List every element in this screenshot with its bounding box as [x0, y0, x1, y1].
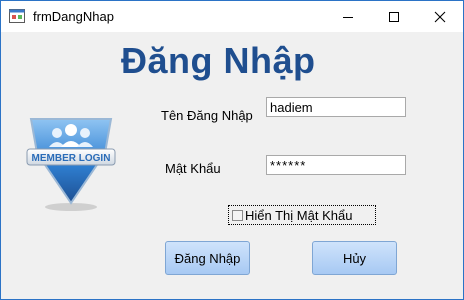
window-title: frmDangNhap [33, 9, 114, 24]
maximize-button[interactable] [371, 1, 417, 32]
maximize-icon [389, 11, 399, 22]
close-button[interactable] [417, 1, 463, 32]
password-label: Mật Khẩu [165, 161, 221, 176]
show-password-checkbox[interactable]: Hiển Thị Mật Khẩu [228, 205, 376, 225]
login-button[interactable]: Đăng Nhập [165, 241, 250, 275]
password-input[interactable]: ****** [266, 155, 406, 175]
username-input[interactable]: hadiem [266, 97, 406, 117]
cancel-button[interactable]: Hủy [312, 241, 397, 275]
show-password-label: Hiển Thị Mật Khẩu [245, 208, 353, 223]
app-icon [9, 9, 25, 23]
checkbox-icon[interactable] [232, 210, 243, 221]
member-login-badge: MEMBER LOGIN [26, 118, 116, 211]
minimize-icon [343, 16, 353, 18]
close-icon [434, 11, 446, 22]
minimize-button[interactable] [325, 1, 371, 32]
page-title: Đăng Nhập [121, 40, 316, 81]
badge-text: MEMBER LOGIN [32, 153, 111, 164]
username-label: Tên Đăng Nhập [161, 108, 253, 123]
login-window: frmDangNhap Đăng Nhập MEMBER LOGIN Tên Đ… [0, 0, 464, 300]
title-bar[interactable]: frmDangNhap [1, 1, 463, 32]
